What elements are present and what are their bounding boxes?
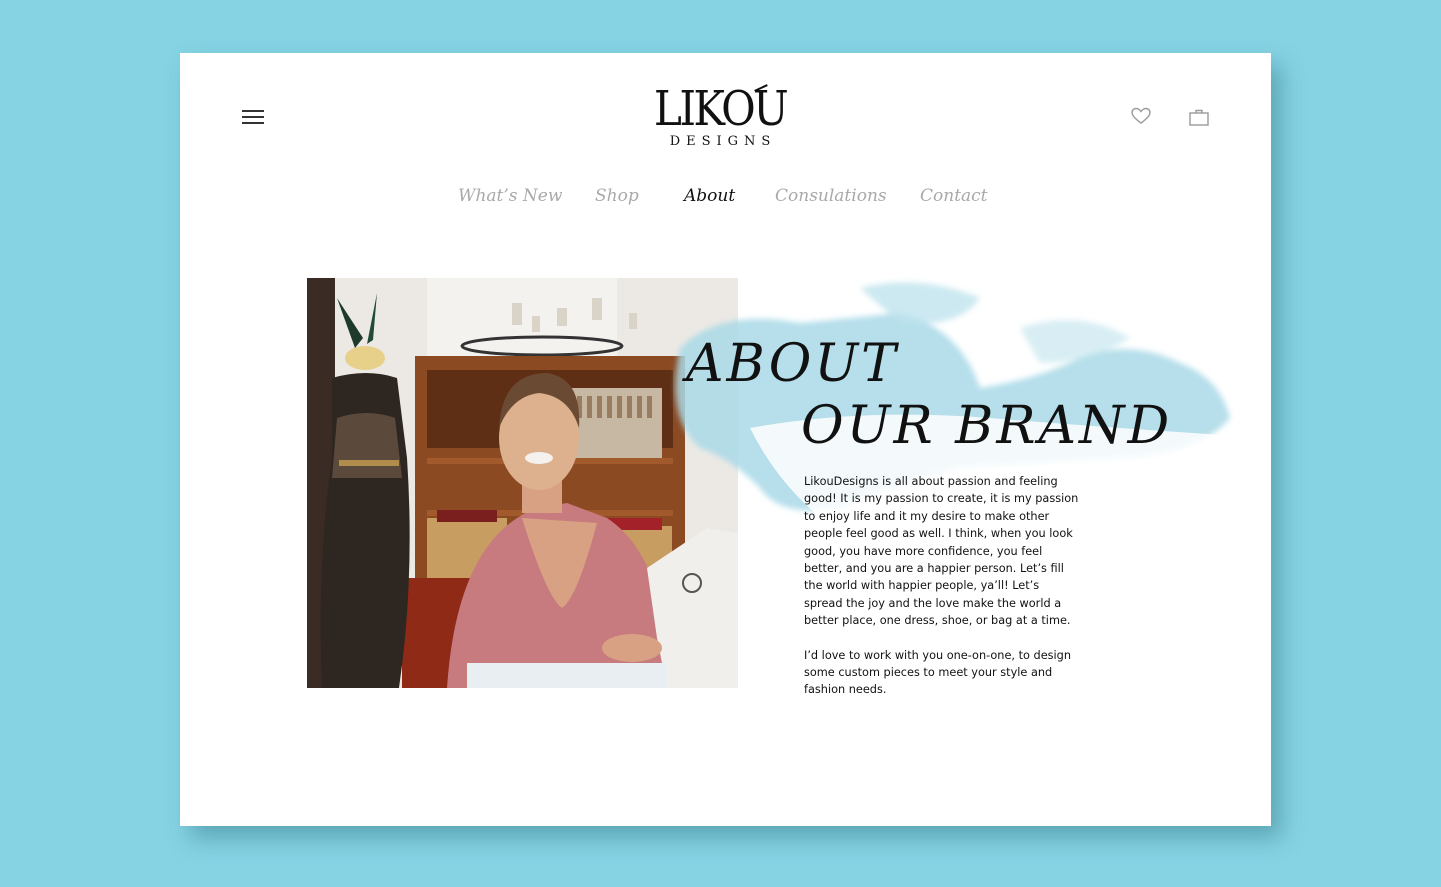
nav-item-contact[interactable]: Contact [920, 186, 988, 206]
nav-item-about[interactable]: About [684, 186, 735, 206]
about-paragraph-2: I’d love to work with you one-on-one, to… [804, 648, 1072, 697]
browser-page: LIKOU DESIGNS What’s New Shop About Cons… [180, 53, 1271, 826]
about-title-line1: ABOUT [686, 334, 899, 394]
hamburger-menu-icon[interactable] [242, 108, 264, 126]
nav-item-shop[interactable]: Shop [595, 186, 639, 206]
logo-main-text: LIKOU [653, 81, 789, 137]
about-body: LikouDesigns is all about passion and fe… [804, 473, 1079, 716]
main-nav: What’s New Shop About Consulations Conta… [180, 186, 1271, 216]
heart-icon[interactable] [1131, 107, 1153, 127]
shopping-bag-icon[interactable] [1188, 107, 1210, 127]
about-title-line2: OUR BRAND [801, 396, 1173, 456]
nav-item-whats-new[interactable]: What’s New [458, 186, 562, 206]
about-paragraph-1: LikouDesigns is all about passion and fe… [804, 475, 1079, 628]
nav-item-consultations[interactable]: Consulations [775, 186, 887, 206]
site-logo[interactable]: LIKOU DESIGNS [620, 83, 820, 149]
about-title: ABOUT OUR BRAND [686, 333, 1172, 457]
